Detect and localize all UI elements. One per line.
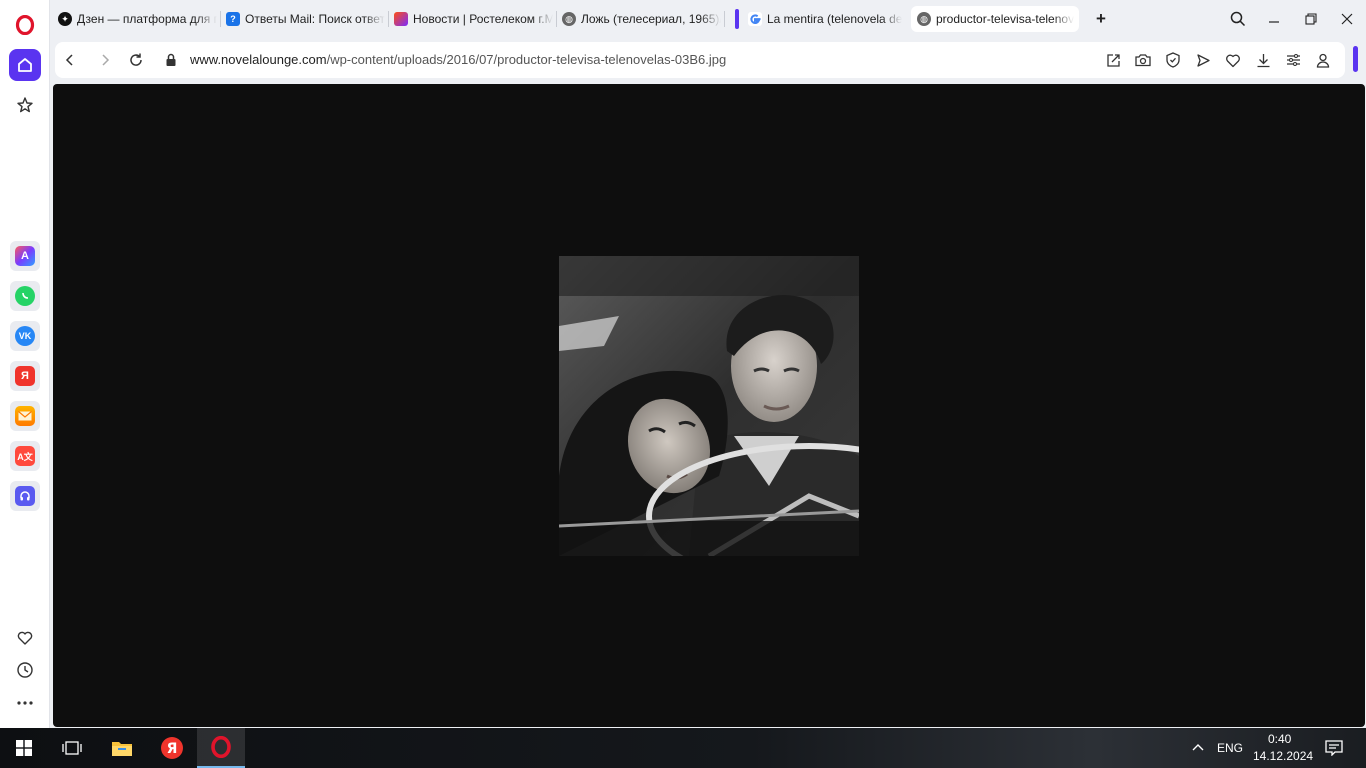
url-host: www.novelalounge.com [190, 52, 327, 67]
reload-icon[interactable] [127, 51, 145, 69]
history-icon[interactable] [9, 654, 41, 686]
whatsapp-icon[interactable] [10, 281, 40, 311]
tab-island-marker [735, 9, 739, 29]
yandex-browser-icon[interactable]: Я [148, 728, 196, 768]
task-view-icon[interactable] [48, 728, 96, 768]
tab-strip: ✦ Дзен — платформа для п ? Ответы Mail: … [50, 0, 1366, 38]
minimize-icon[interactable] [1263, 8, 1285, 30]
sidebar: A VK Я A文 [0, 0, 50, 728]
globe-icon: ◍ [562, 12, 576, 26]
globe-icon: ◍ [917, 12, 931, 26]
photo-image[interactable] [559, 256, 859, 556]
download-icon[interactable] [1254, 51, 1272, 69]
tab-separator [724, 11, 725, 27]
tab-zen[interactable]: ✦ Дзен — платформа для п [52, 6, 217, 32]
restore-icon[interactable] [1300, 8, 1322, 30]
tab-label: Ответы Mail: Поиск ответ [245, 12, 385, 26]
tab-la-mentira[interactable]: La mentira (telenovela de [742, 6, 907, 32]
tab-wiki-lozh[interactable]: ◍ Ложь (телесериал, 1965)/ [556, 6, 721, 32]
rostelecom-icon [394, 12, 408, 26]
language-indicator[interactable]: ENG [1217, 741, 1243, 755]
vk-icon[interactable]: VK [10, 321, 40, 351]
tab-rostelecom[interactable]: Новости | Ростелеком г.М [388, 6, 553, 32]
browser-window: A VK Я A文 ✦ Дзен — платформа для п ? Отв… [0, 0, 1366, 728]
url-field[interactable]: www.novelalounge.com/wp-content/uploads/… [190, 52, 726, 67]
yandex-icon[interactable]: Я [10, 361, 40, 391]
url-path: /wp-content/uploads/2016/07/productor-te… [326, 52, 727, 67]
mail-answers-icon: ? [226, 12, 240, 26]
forward-icon[interactable] [96, 51, 114, 69]
mail-icon[interactable] [10, 401, 40, 431]
profile-icon[interactable] [1314, 51, 1332, 69]
heart-outline-icon[interactable] [1224, 51, 1242, 69]
clock-date[interactable]: 14.12.2024 [1253, 749, 1313, 763]
taskbar: Я ENG 0:40 14.12.2024 [0, 728, 1366, 768]
adblock-shield-icon[interactable] [1164, 51, 1182, 69]
player-icon[interactable] [10, 481, 40, 511]
lock-icon[interactable] [162, 51, 180, 69]
close-icon[interactable] [1336, 8, 1358, 30]
windows-start-icon[interactable] [0, 728, 48, 768]
opera-logo-icon[interactable] [9, 9, 41, 41]
tab-label: Дзен — платформа для п [77, 12, 217, 26]
zen-icon: ✦ [58, 12, 72, 26]
google-icon [748, 12, 762, 26]
home-icon[interactable] [9, 49, 41, 81]
share-icon[interactable] [1104, 51, 1122, 69]
tab-label: La mentira (telenovela de [767, 12, 903, 26]
tab-mail-answers[interactable]: ? Ответы Mail: Поиск ответ [220, 6, 385, 32]
easy-setup-icon[interactable] [1284, 51, 1302, 69]
back-icon[interactable] [61, 51, 79, 69]
tab-label: Новости | Ростелеком г.М [413, 12, 553, 26]
search-tabs-icon[interactable] [1227, 8, 1249, 30]
notifications-icon[interactable] [1325, 740, 1343, 757]
tab-productor-televisa[interactable]: ◍ productor-televisa-telenov [911, 6, 1079, 32]
tab-label: Ложь (телесериал, 1965)/ [581, 12, 721, 26]
svg-text:Я: Я [167, 741, 178, 757]
star-icon[interactable] [9, 89, 41, 121]
send-icon[interactable] [1194, 51, 1212, 69]
aria-icon[interactable]: A [10, 241, 40, 271]
camera-icon[interactable] [1134, 51, 1152, 69]
address-bar: www.novelalounge.com/wp-content/uploads/… [55, 42, 1345, 78]
clock-time[interactable]: 0:40 [1268, 732, 1291, 746]
tray-chevron-up-icon[interactable] [1190, 740, 1206, 756]
opera-icon[interactable] [197, 728, 245, 768]
image-viewer [53, 84, 1365, 727]
tab-label: productor-televisa-telenov [936, 12, 1075, 26]
file-explorer-icon[interactable] [98, 728, 146, 768]
heart-icon[interactable] [9, 622, 41, 654]
new-tab-button[interactable]: + [1092, 10, 1110, 28]
page-scroll-indicator [1353, 46, 1358, 72]
more-icon[interactable] [9, 687, 41, 719]
translate-icon[interactable]: A文 [10, 441, 40, 471]
